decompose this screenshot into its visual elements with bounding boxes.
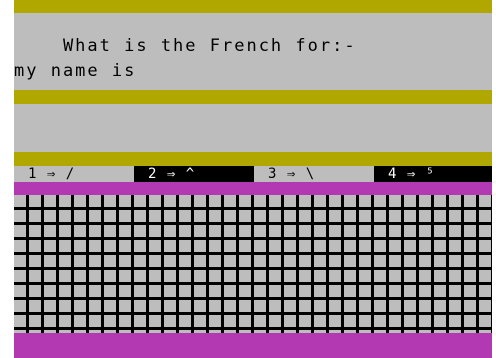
game-screen: What is the French for:- my name is 1 ⇒ …: [14, 0, 492, 358]
magenta-band-top: [14, 182, 492, 195]
question-line-2: my name is: [14, 61, 137, 81]
magenta-band-bottom: [14, 333, 492, 358]
character-grid: [14, 195, 492, 333]
question-panel: What is the French for:- my name is: [14, 13, 492, 90]
choice-key-3[interactable]: 3 ⇒ \: [254, 166, 374, 182]
choice-key-2[interactable]: 2 ⇒ ^: [134, 166, 254, 182]
choice-key-1[interactable]: 1 ⇒ /: [14, 166, 134, 182]
divider-bar: [14, 90, 492, 104]
divider-bar-2: [14, 152, 492, 166]
answer-area[interactable]: [14, 104, 492, 152]
top-border: [14, 0, 492, 13]
answer-text: [14, 113, 492, 143]
choice-key-4[interactable]: 4 ⇒ ⁵: [374, 166, 492, 182]
choice-keys-row: 1 ⇒ / 2 ⇒ ^ 3 ⇒ \ 4 ⇒ ⁵: [14, 166, 492, 182]
